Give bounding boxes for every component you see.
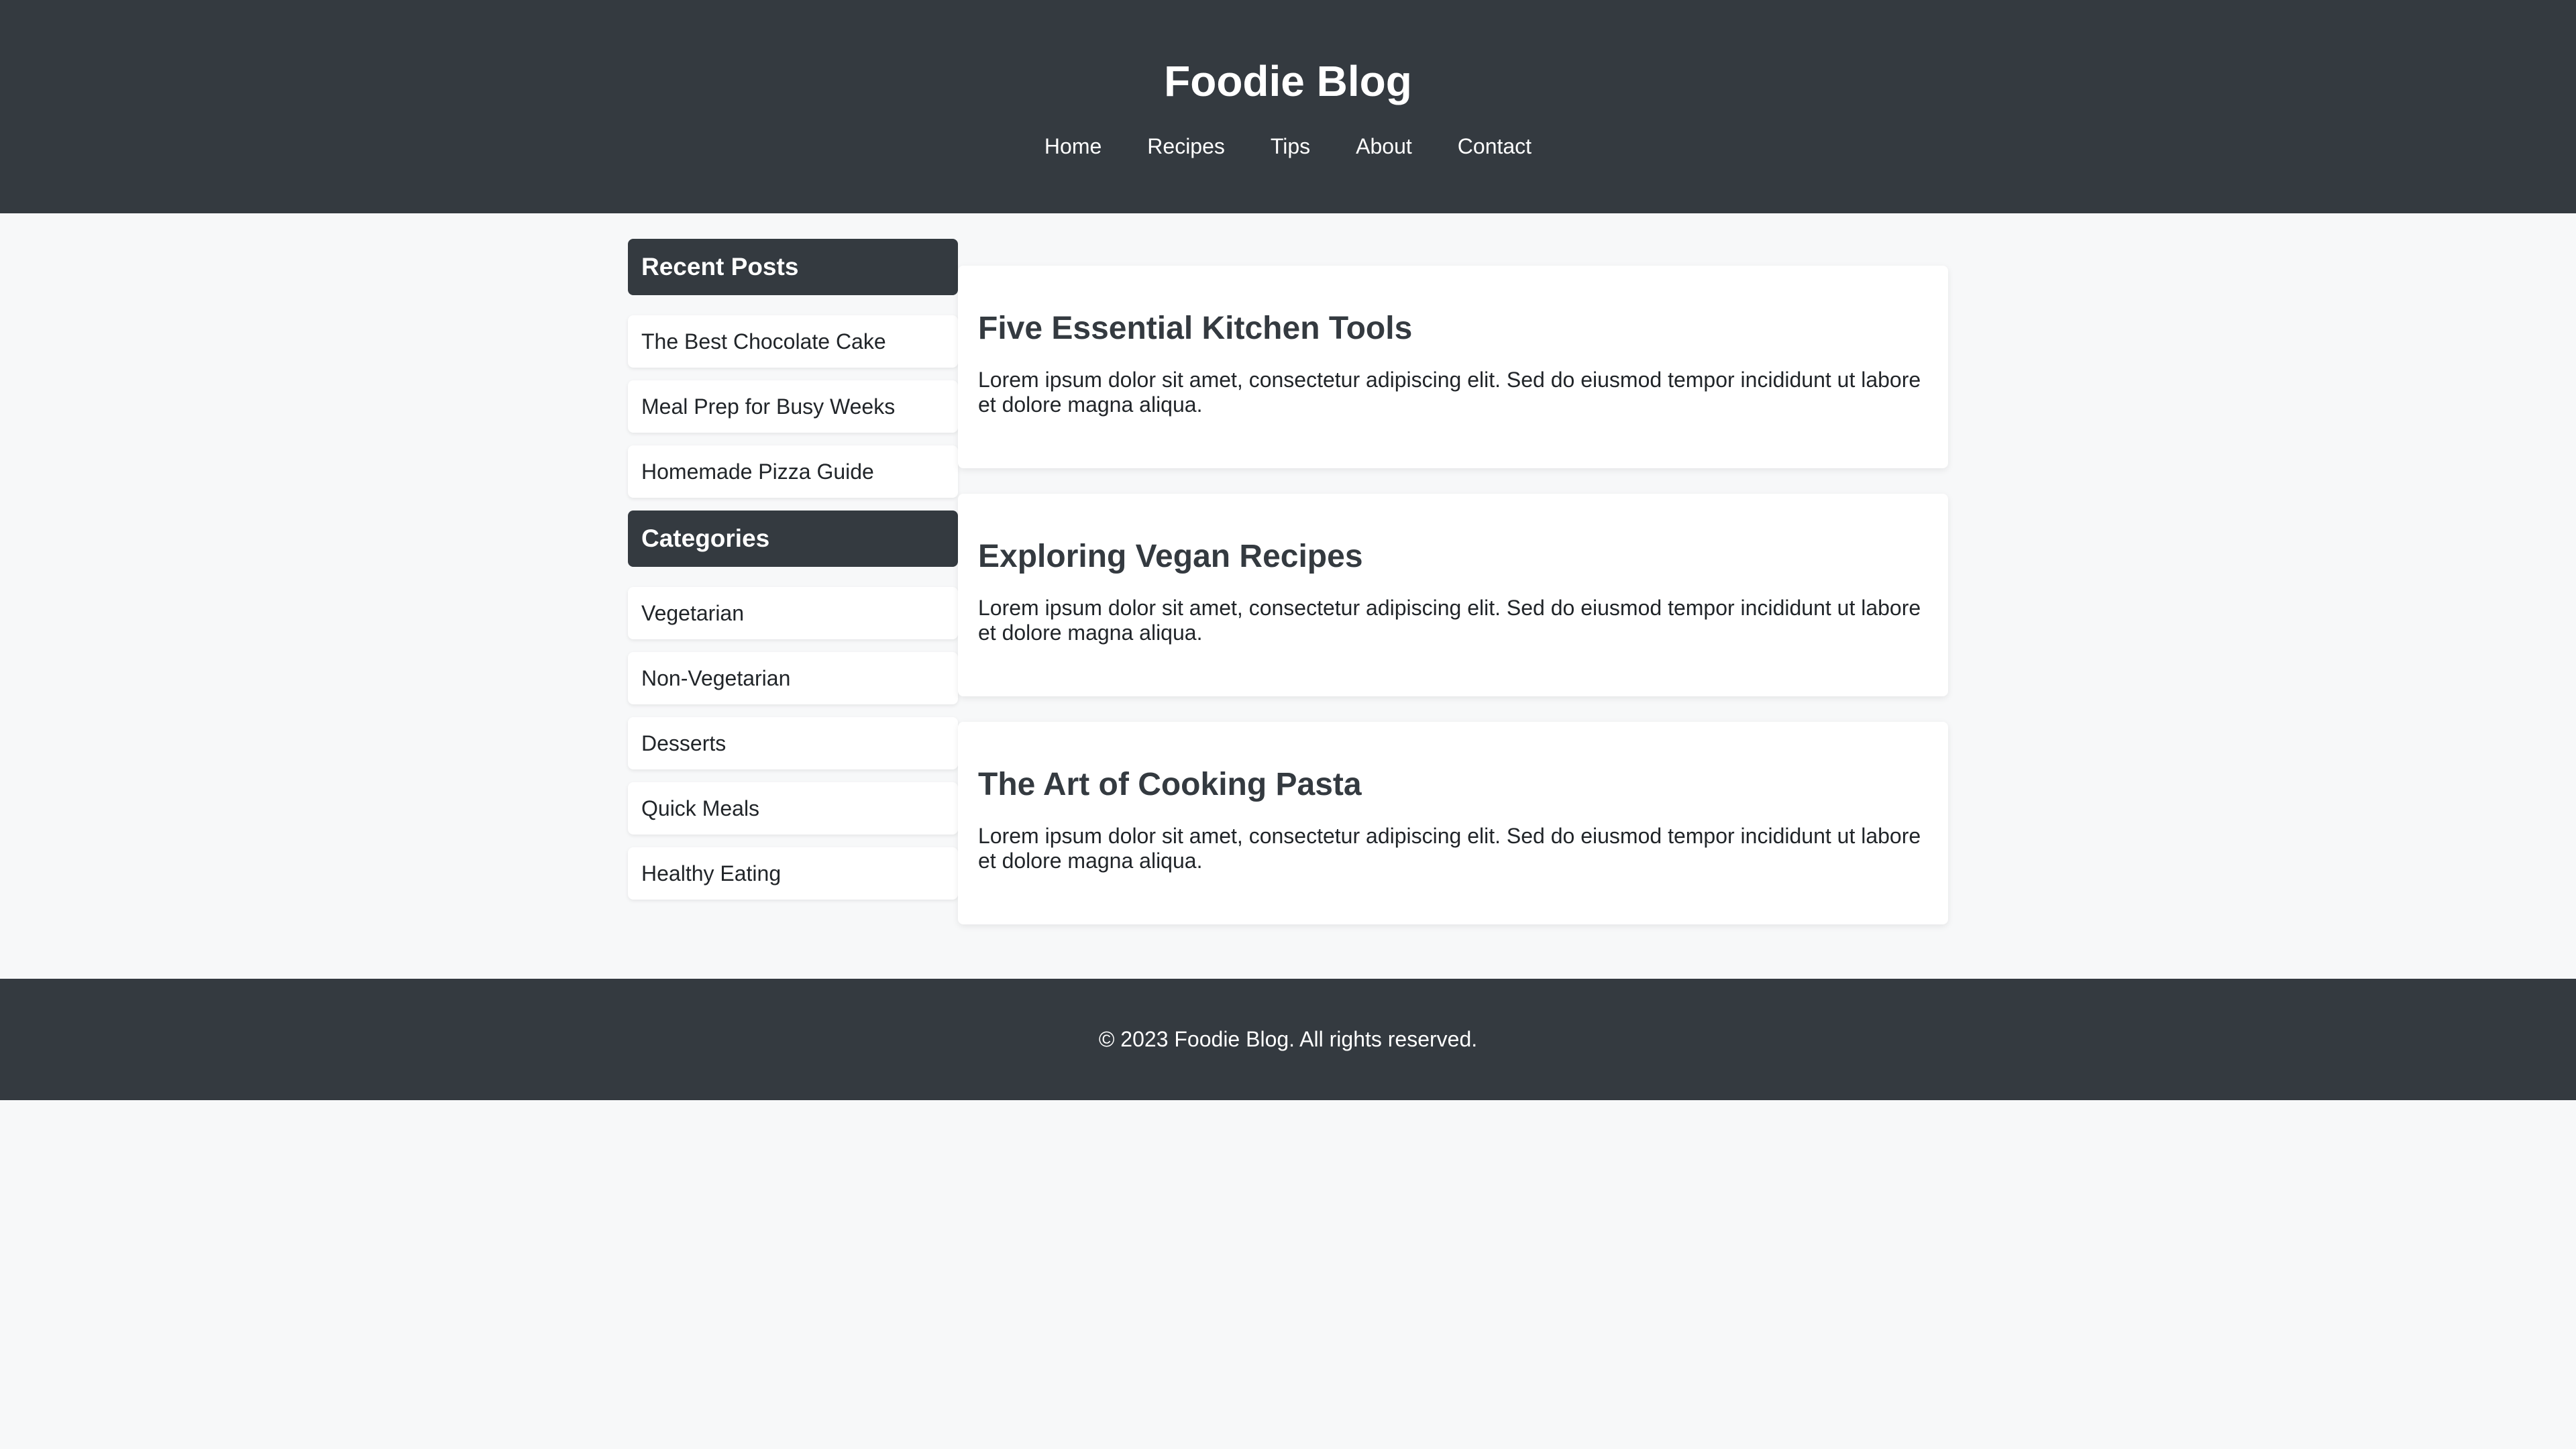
post-card: Exploring Vegan Recipes Lorem ipsum dolo… <box>958 494 1948 696</box>
category-item-quick-meals[interactable]: Quick Meals <box>628 782 958 835</box>
post-excerpt: Lorem ipsum dolor sit amet, consectetur … <box>978 368 1921 417</box>
site-title: Foodie Blog <box>1164 57 1412 105</box>
categories-list: Vegetarian Non-Vegetarian Desserts Quick… <box>628 587 958 900</box>
recent-posts-list: The Best Chocolate Cake Meal Prep for Bu… <box>628 315 958 498</box>
nav-link-about[interactable]: About <box>1333 130 1435 162</box>
main-content: Five Essential Kitchen Tools Lorem ipsum… <box>958 266 1948 950</box>
site-footer: © 2023 Foodie Blog. All rights reserved. <box>0 979 2576 1100</box>
categories-heading: Categories <box>628 511 958 567</box>
copyright-text: © 2023 Foodie Blog. All rights reserved. <box>1098 1027 1478 1051</box>
nav-link-recipes[interactable]: Recipes <box>1124 130 1248 162</box>
post-title[interactable]: Five Essential Kitchen Tools <box>978 307 1928 350</box>
post-card: The Art of Cooking Pasta Lorem ipsum dol… <box>958 722 1948 924</box>
category-item-non-vegetarian[interactable]: Non-Vegetarian <box>628 652 958 704</box>
recent-post-item[interactable]: Homemade Pizza Guide <box>628 445 958 498</box>
category-item-desserts[interactable]: Desserts <box>628 717 958 769</box>
category-item-vegetarian[interactable]: Vegetarian <box>628 587 958 639</box>
main-nav: Home Recipes Tips About Contact <box>0 130 2576 162</box>
nav-link-home[interactable]: Home <box>1022 130 1124 162</box>
post-card: Five Essential Kitchen Tools Lorem ipsum… <box>958 266 1948 468</box>
post-excerpt: Lorem ipsum dolor sit amet, consectetur … <box>978 596 1921 645</box>
post-title[interactable]: The Art of Cooking Pasta <box>978 763 1928 806</box>
recent-post-item[interactable]: Meal Prep for Busy Weeks <box>628 380 958 433</box>
site-header: Foodie Blog Home Recipes Tips About Cont… <box>0 0 2576 213</box>
recent-post-item[interactable]: The Best Chocolate Cake <box>628 315 958 368</box>
nav-link-tips[interactable]: Tips <box>1248 130 1333 162</box>
recent-posts-heading: Recent Posts <box>628 239 958 295</box>
category-item-healthy-eating[interactable]: Healthy Eating <box>628 847 958 900</box>
sidebar: Recent Posts The Best Chocolate Cake Mea… <box>628 239 958 912</box>
nav-link-contact[interactable]: Contact <box>1435 130 1554 162</box>
post-title[interactable]: Exploring Vegan Recipes <box>978 535 1928 578</box>
post-excerpt: Lorem ipsum dolor sit amet, consectetur … <box>978 824 1921 873</box>
